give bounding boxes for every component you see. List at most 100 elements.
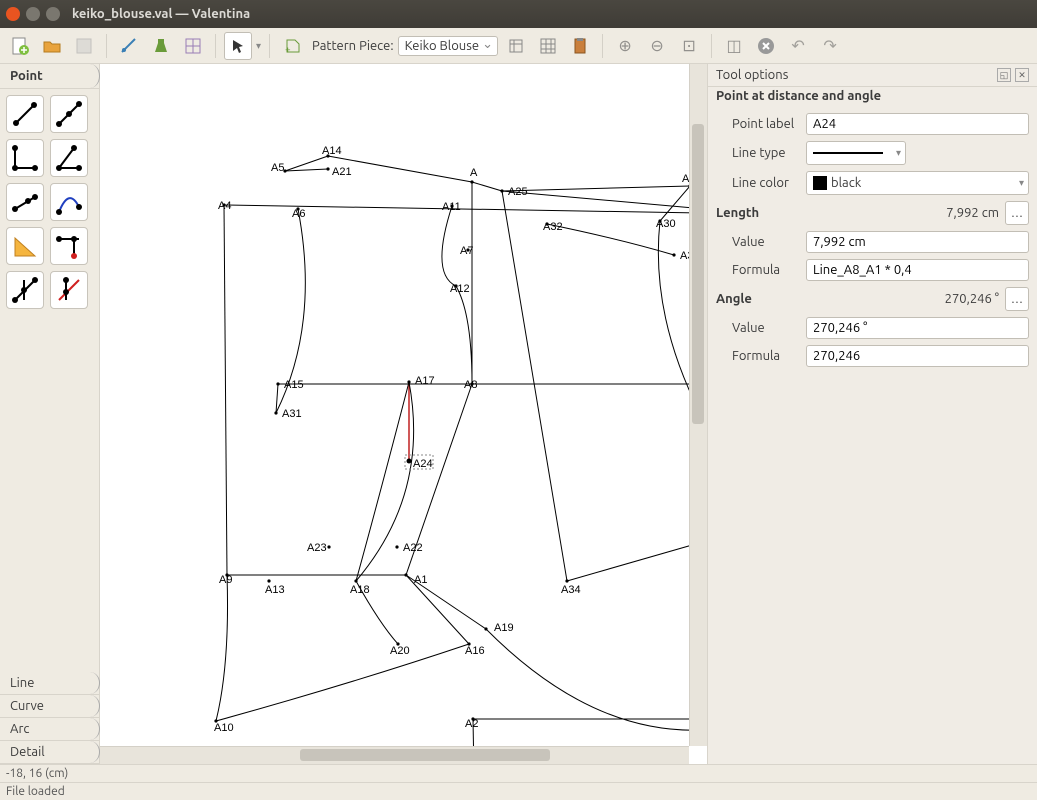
panel-subtitle: Point at distance and angle bbox=[708, 87, 1037, 109]
measurement-button[interactable] bbox=[115, 32, 143, 60]
point-label-input[interactable] bbox=[806, 113, 1029, 135]
tab-arc[interactable]: Arc bbox=[0, 718, 99, 741]
line-type-label: Line type bbox=[716, 146, 800, 160]
svg-text:A34: A34 bbox=[561, 584, 581, 596]
panel-title: Tool options bbox=[716, 68, 788, 82]
svg-text:A20: A20 bbox=[390, 645, 410, 657]
panel-undock-icon[interactable]: ◱ bbox=[997, 68, 1011, 82]
open-file-button[interactable] bbox=[38, 32, 66, 60]
angle-value-label: Value bbox=[716, 321, 800, 335]
main-toolbar: ▾ + Pattern Piece: Keiko Blouse ⊕ ⊖ ⊡ ◫ … bbox=[0, 28, 1037, 64]
tool-bisector[interactable] bbox=[50, 139, 88, 177]
tab-line[interactable]: Line bbox=[0, 672, 99, 695]
svg-text:A25: A25 bbox=[508, 186, 528, 198]
zoom-original-button[interactable]: ◫ bbox=[720, 32, 748, 60]
tab-detail[interactable]: Detail bbox=[0, 741, 99, 764]
length-display: 7,992 cm bbox=[946, 206, 999, 220]
svg-text:A8: A8 bbox=[464, 379, 477, 391]
svg-text:A16: A16 bbox=[465, 645, 485, 657]
svg-text:A15: A15 bbox=[284, 379, 304, 391]
svg-text:A12: A12 bbox=[450, 283, 470, 295]
point-label-label: Point label bbox=[716, 117, 800, 131]
table-button[interactable] bbox=[534, 32, 562, 60]
svg-text:A35: A35 bbox=[680, 250, 689, 262]
svg-text:A18: A18 bbox=[350, 584, 370, 596]
svg-text:A5: A5 bbox=[271, 162, 284, 174]
add-piece-button[interactable]: + bbox=[278, 32, 306, 60]
svg-text:A22: A22 bbox=[403, 542, 423, 554]
svg-text:A14: A14 bbox=[322, 145, 342, 157]
history-button[interactable] bbox=[502, 32, 530, 60]
tool-curve-point[interactable] bbox=[50, 183, 88, 221]
tool-triangle[interactable] bbox=[6, 227, 44, 265]
status-message: File loaded bbox=[0, 782, 1037, 800]
length-value-label: Value bbox=[716, 235, 800, 249]
line-color-select[interactable]: black▾ bbox=[806, 171, 1029, 195]
horizontal-scrollbar[interactable] bbox=[100, 746, 689, 764]
svg-text:A21: A21 bbox=[332, 166, 352, 178]
left-sidebar: Point Line Curve Arc Detail bbox=[0, 64, 100, 764]
stop-button[interactable] bbox=[752, 32, 780, 60]
angle-display: 270,246 ° bbox=[945, 292, 999, 306]
line-type-select[interactable]: ▾ bbox=[806, 141, 906, 165]
panel-close-icon[interactable]: ✕ bbox=[1015, 68, 1029, 82]
angle-heading: Angle bbox=[716, 292, 752, 306]
tool-segment[interactable] bbox=[6, 95, 44, 133]
length-formula-input[interactable] bbox=[806, 259, 1029, 281]
window-minimize-icon[interactable] bbox=[26, 7, 40, 21]
pattern-drawing[interactable]: AA1A2A3A4A5A6A7A8A9A10A11A12A13A14A15A16… bbox=[100, 64, 689, 746]
grid-button[interactable] bbox=[179, 32, 207, 60]
tool-point-from-x-y[interactable] bbox=[50, 227, 88, 265]
line-color-label: Line color bbox=[716, 176, 800, 190]
svg-text:A6: A6 bbox=[292, 208, 305, 220]
svg-text:A11: A11 bbox=[442, 201, 461, 213]
tool-options-panel: Tool options ◱ ✕ Point at distance and an… bbox=[707, 64, 1037, 764]
undo-button[interactable]: ↶ bbox=[784, 32, 812, 60]
clipboard-button[interactable] bbox=[566, 32, 594, 60]
angle-formula-button[interactable]: … bbox=[1005, 287, 1029, 311]
vertical-scrollbar[interactable] bbox=[689, 64, 707, 746]
svg-text:A31: A31 bbox=[282, 408, 302, 420]
tool-line-intersect[interactable] bbox=[6, 271, 44, 309]
svg-text:A7: A7 bbox=[460, 245, 473, 257]
svg-text:A9: A9 bbox=[219, 574, 232, 586]
svg-text:A30: A30 bbox=[656, 218, 676, 230]
svg-text:A13: A13 bbox=[265, 584, 285, 596]
angle-value-input[interactable] bbox=[806, 317, 1029, 339]
window-title: keiko_blouse.val — Valentina bbox=[72, 7, 250, 21]
svg-text:A10: A10 bbox=[214, 722, 234, 734]
svg-text:+: + bbox=[285, 44, 291, 55]
window-close-icon[interactable] bbox=[6, 7, 20, 21]
svg-text:A24: A24 bbox=[413, 458, 433, 470]
length-formula-label: Formula bbox=[716, 263, 800, 277]
pointer-button[interactable] bbox=[224, 32, 252, 60]
angle-formula-label: Formula bbox=[716, 349, 800, 363]
point-tool-grid bbox=[0, 89, 99, 315]
svg-text:A17: A17 bbox=[415, 375, 435, 387]
length-formula-button[interactable]: … bbox=[1005, 201, 1029, 225]
window-titlebar: keiko_blouse.val — Valentina bbox=[0, 0, 1037, 28]
tab-curve[interactable]: Curve bbox=[0, 695, 99, 718]
zoom-in-button[interactable]: ⊕ bbox=[611, 32, 639, 60]
svg-text:A32: A32 bbox=[543, 221, 563, 233]
body-button[interactable] bbox=[147, 32, 175, 60]
zoom-out-button[interactable]: ⊖ bbox=[643, 32, 671, 60]
svg-text:A23: A23 bbox=[307, 542, 327, 554]
svg-text:A29: A29 bbox=[682, 173, 689, 185]
length-heading: Length bbox=[716, 206, 759, 220]
tab-point[interactable]: Point bbox=[0, 64, 99, 89]
tool-midpoint[interactable] bbox=[50, 95, 88, 133]
tool-perpendicular[interactable] bbox=[6, 139, 44, 177]
zoom-fit-button[interactable]: ⊡ bbox=[675, 32, 703, 60]
new-file-button[interactable] bbox=[6, 32, 34, 60]
pattern-piece-select[interactable]: Keiko Blouse bbox=[398, 36, 498, 56]
status-coords: -18, 16 (cm) bbox=[0, 764, 1037, 782]
window-maximize-icon[interactable] bbox=[46, 7, 60, 21]
save-file-button[interactable] bbox=[70, 32, 98, 60]
tool-shoulder[interactable] bbox=[6, 183, 44, 221]
canvas-area[interactable]: AA1A2A3A4A5A6A7A8A9A10A11A12A13A14A15A16… bbox=[100, 64, 707, 764]
angle-formula-input[interactable] bbox=[806, 345, 1029, 367]
redo-button[interactable]: ↷ bbox=[816, 32, 844, 60]
tool-line-intersect-axis[interactable] bbox=[50, 271, 88, 309]
length-value-input[interactable] bbox=[806, 231, 1029, 253]
